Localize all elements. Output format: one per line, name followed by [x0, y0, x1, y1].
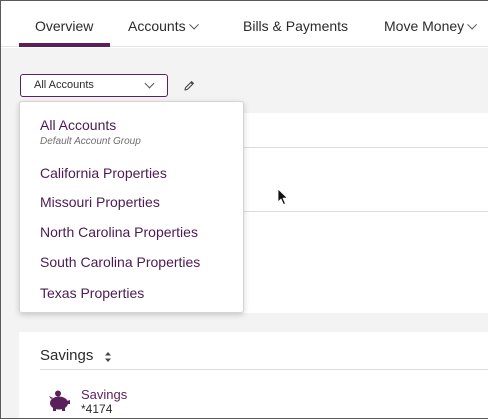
- account-group-menu: All Accounts Default Account Group Calif…: [19, 101, 244, 313]
- savings-header[interactable]: Savings: [40, 347, 93, 364]
- menu-item-california-properties[interactable]: California Properties: [40, 165, 167, 181]
- tab-accounts[interactable]: Accounts: [128, 18, 199, 34]
- tab-overview-label: Overview: [35, 18, 94, 34]
- tab-move-money-label: Move Money: [384, 18, 465, 34]
- account-group-select[interactable]: All Accounts: [20, 74, 168, 97]
- top-nav: Overview Accounts Bills & Payments Move …: [1, 1, 488, 47]
- active-tab-indicator: [19, 43, 110, 47]
- menu-item-texas-properties[interactable]: Texas Properties: [40, 285, 144, 301]
- chevron-down-icon: [144, 78, 155, 89]
- sort-icon[interactable]: [103, 350, 113, 364]
- piggy-bank-icon: [49, 390, 70, 411]
- tab-bills-payments-label: Bills & Payments: [243, 18, 349, 34]
- savings-account-link[interactable]: Savings: [81, 387, 127, 402]
- chevron-down-icon: [467, 19, 478, 30]
- chevron-down-icon: [188, 19, 199, 30]
- tab-move-money[interactable]: Move Money: [384, 18, 478, 34]
- app-window: Overview Accounts Bills & Payments Move …: [0, 0, 488, 419]
- divider: [40, 369, 488, 370]
- savings-account-number: *4174: [81, 402, 113, 416]
- pencil-icon[interactable]: [182, 79, 196, 93]
- savings-header-label: Savings: [40, 347, 94, 364]
- menu-item-missouri-properties[interactable]: Missouri Properties: [40, 194, 160, 210]
- menu-item-south-carolina-properties[interactable]: South Carolina Properties: [40, 254, 200, 270]
- divider: [243, 211, 488, 212]
- account-group-select-value: All Accounts: [34, 79, 94, 91]
- menu-item-north-carolina-properties[interactable]: North Carolina Properties: [40, 224, 198, 240]
- tab-overview[interactable]: Overview: [35, 18, 93, 34]
- menu-item-all-accounts-sublabel: Default Account Group: [40, 136, 141, 147]
- mouse-cursor-icon: [277, 188, 288, 205]
- tab-accounts-label: Accounts: [128, 18, 186, 34]
- divider: [243, 147, 488, 148]
- menu-item-all-accounts[interactable]: All Accounts: [40, 117, 116, 133]
- tab-bills-payments[interactable]: Bills & Payments: [243, 18, 348, 34]
